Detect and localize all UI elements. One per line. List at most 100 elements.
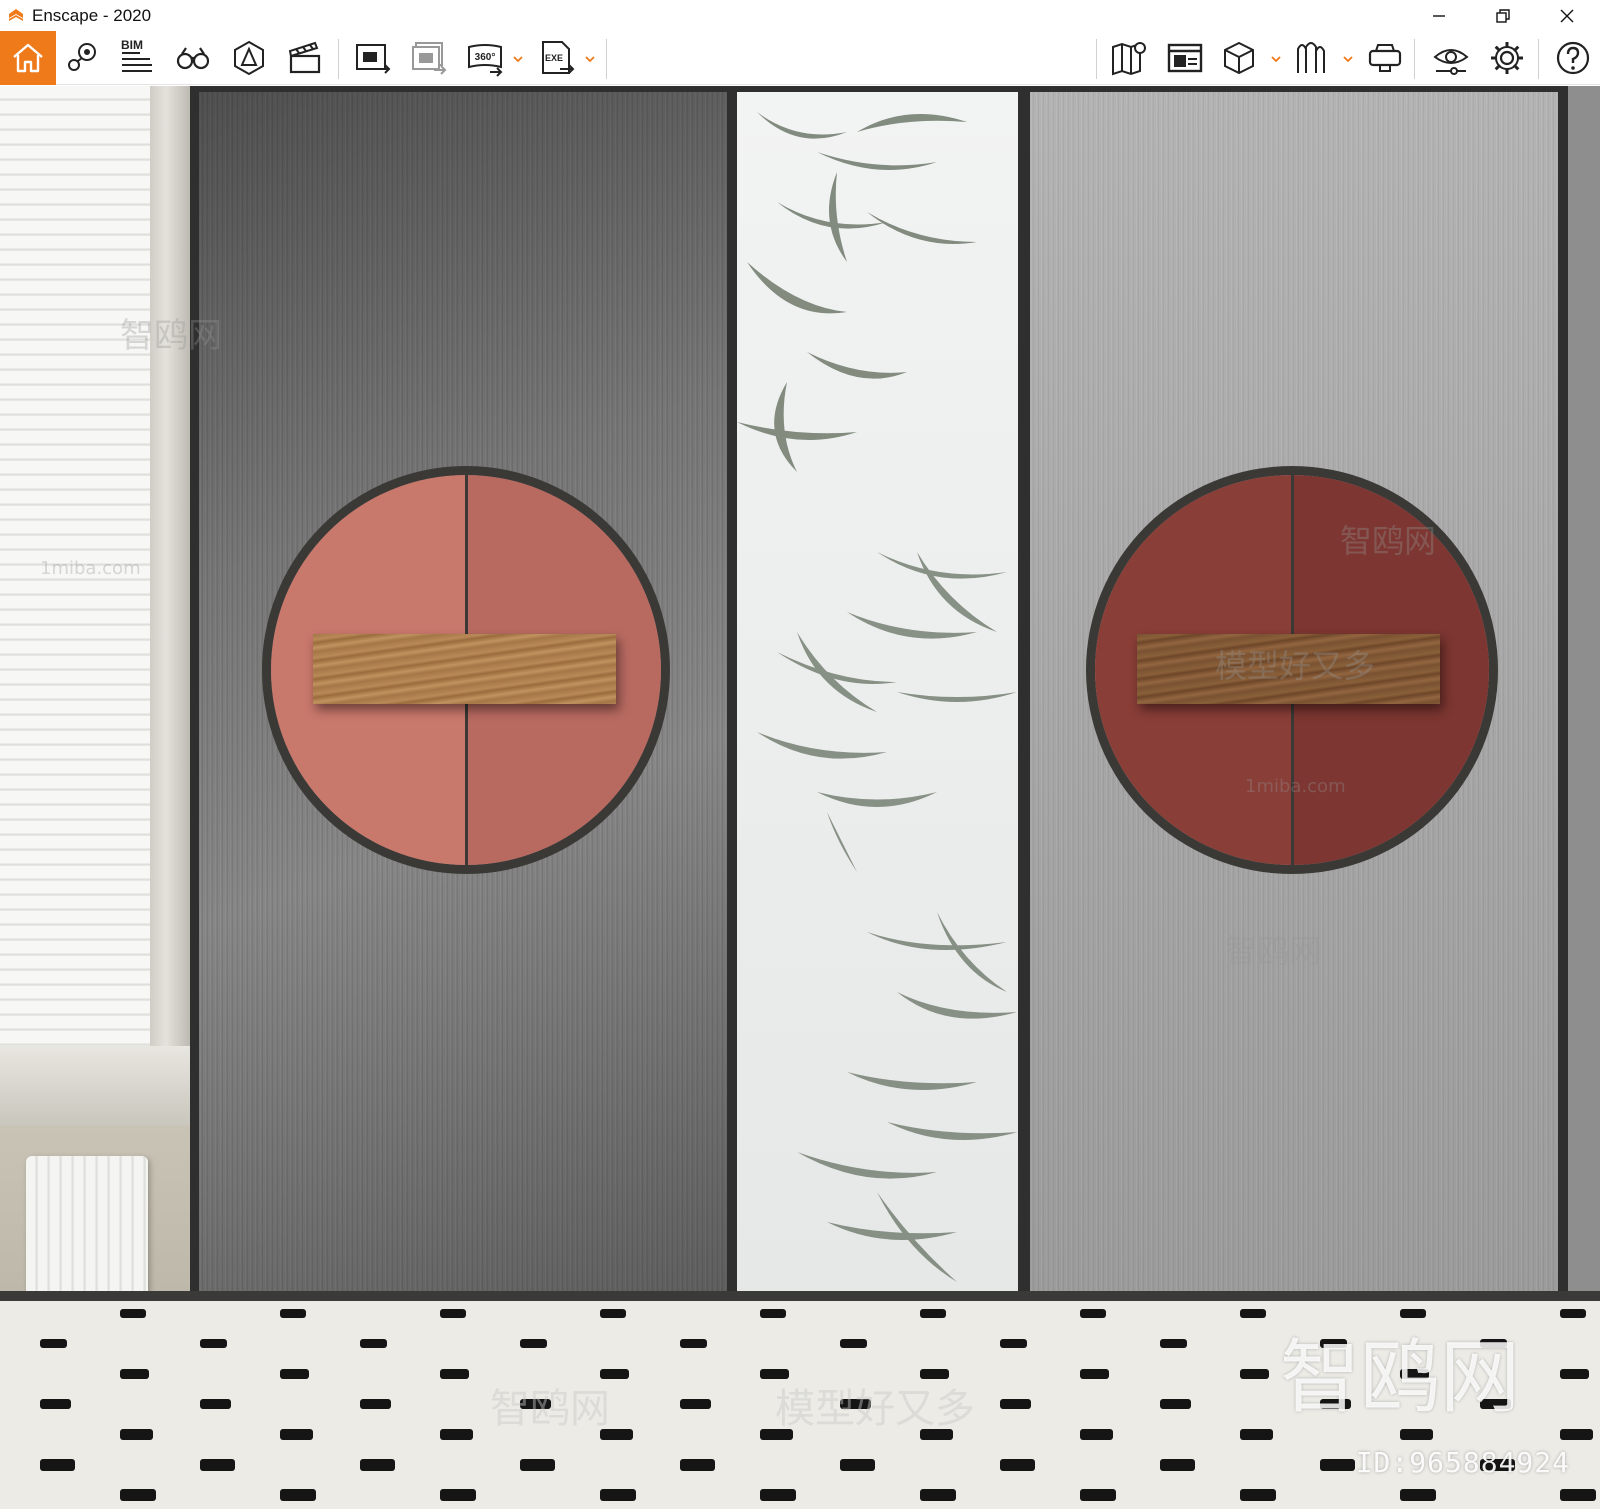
render-viewport[interactable]: 智鸥网 1miba.com 智鸥网 模型好又多 1miba.com 智鸥网 智鸥… (0, 86, 1600, 1509)
bim-icon (122, 52, 152, 72)
toolbar-separator (1096, 39, 1097, 79)
views-button[interactable] (62, 38, 104, 78)
floor-tile (1080, 1309, 1106, 1318)
floor-tile (120, 1429, 153, 1440)
visual-settings-button[interactable] (1430, 38, 1472, 78)
floor-tile (1160, 1399, 1191, 1410)
floor-tile (40, 1459, 75, 1471)
floor-tile (600, 1309, 626, 1318)
video-editor-icon (288, 41, 321, 74)
title-bar: Enscape - 2020 (0, 0, 1600, 31)
settings-icon (1491, 42, 1523, 74)
restore-icon (1496, 8, 1510, 23)
home-button[interactable] (0, 31, 56, 85)
panorama-button[interactable]: 360° (464, 38, 506, 78)
floor-tile (200, 1399, 231, 1410)
floor-tile (280, 1489, 317, 1502)
floor-tile (120, 1309, 146, 1318)
export-exe-icon: EXE (542, 41, 575, 74)
floor-tile (1560, 1369, 1590, 1379)
visual-settings-icon (1433, 49, 1469, 75)
toolbar-separator (338, 39, 339, 79)
watermark: 1miba.com (40, 558, 141, 579)
batch-render-button[interactable] (408, 38, 450, 78)
floor-tile (600, 1489, 637, 1502)
window-title: Enscape - 2020 (32, 6, 152, 25)
floor-tile (920, 1489, 957, 1502)
screenshot-button[interactable] (352, 38, 394, 78)
watermark: 智鸥网 (120, 316, 222, 356)
export-exe-button[interactable]: EXE (536, 38, 578, 78)
screenshot-icon (356, 44, 391, 74)
video-editor-button[interactable] (284, 38, 326, 78)
bamboo-leaves-image (737, 112, 1018, 1282)
watermark: 1miba.com (1245, 776, 1346, 797)
cube-dropdown-icon[interactable] (1270, 53, 1282, 65)
help-button[interactable] (1552, 38, 1594, 78)
floor-tile (760, 1309, 786, 1318)
bim-button[interactable] (116, 38, 158, 78)
floor-tile (440, 1489, 477, 1502)
vr-button[interactable] (1364, 38, 1406, 78)
views-pin-icon (68, 43, 96, 71)
floor-tile (760, 1489, 797, 1502)
enscape-logo-icon (9, 9, 23, 21)
settings-button[interactable] (1486, 38, 1528, 78)
binoculars-button[interactable] (172, 38, 214, 78)
watermark: 智鸥网 (1340, 522, 1437, 560)
cube-icon (1224, 41, 1254, 75)
home-icon (13, 43, 43, 73)
floor-tile (40, 1399, 71, 1410)
minimize-button[interactable] (1416, 0, 1462, 31)
panorama-dropdown-icon[interactable] (512, 53, 524, 65)
floor-tile (40, 1339, 68, 1349)
atmosphere-button[interactable] (228, 38, 270, 78)
close-icon (1560, 9, 1574, 22)
restore-button[interactable] (1480, 0, 1526, 31)
standalone-button[interactable] (1164, 38, 1206, 78)
floor-tile (1560, 1489, 1597, 1502)
floor-tile (440, 1369, 470, 1379)
batch-render-icon (412, 42, 447, 75)
toolbar-separator (606, 39, 607, 79)
vr-headset-icon (1368, 44, 1402, 72)
floor-tile (1160, 1339, 1188, 1349)
floor-tile (1000, 1399, 1031, 1410)
floor-tile (280, 1429, 313, 1440)
left-wood-shelf (313, 634, 616, 704)
floor-tile (1560, 1309, 1586, 1318)
floor-tile (360, 1399, 391, 1410)
floor-tile (1240, 1369, 1270, 1379)
asset-dropdown-icon[interactable] (1342, 53, 1354, 65)
floor-tile (1080, 1489, 1117, 1502)
floor-tile (1560, 1429, 1593, 1440)
export-dropdown-icon[interactable] (584, 53, 596, 65)
floor-tile (1080, 1369, 1110, 1379)
minimize-icon (1433, 14, 1445, 17)
floor-tile (200, 1339, 228, 1349)
help-icon (1556, 41, 1590, 75)
svg-text:EXE: EXE (545, 53, 563, 63)
floor-tile (1240, 1429, 1273, 1440)
floor-tile (1320, 1459, 1355, 1471)
floor-tile (520, 1339, 548, 1349)
floor-tile (360, 1459, 395, 1471)
toolbar-separator (1414, 39, 1415, 79)
floor-tile (1240, 1489, 1277, 1502)
floor-tile (840, 1339, 868, 1349)
bamboo-glass-panel (737, 92, 1018, 1292)
material-cube-button[interactable] (1218, 38, 1260, 78)
floor-tile (1000, 1339, 1028, 1349)
floor-tile (520, 1459, 555, 1471)
watermark: 模型好又多 (1215, 647, 1376, 685)
map-button[interactable] (1108, 38, 1150, 78)
floor-tile (1240, 1309, 1266, 1318)
close-button[interactable] (1544, 0, 1590, 31)
floor-tile (680, 1339, 708, 1349)
floor-tile (1080, 1429, 1113, 1440)
watermark: 智鸥网 (1225, 932, 1322, 970)
asset-library-button[interactable] (1290, 38, 1332, 78)
floor-tile (200, 1459, 235, 1471)
floor-tile (1160, 1459, 1195, 1471)
watermark-id: ID:965884924 (1355, 1446, 1570, 1479)
